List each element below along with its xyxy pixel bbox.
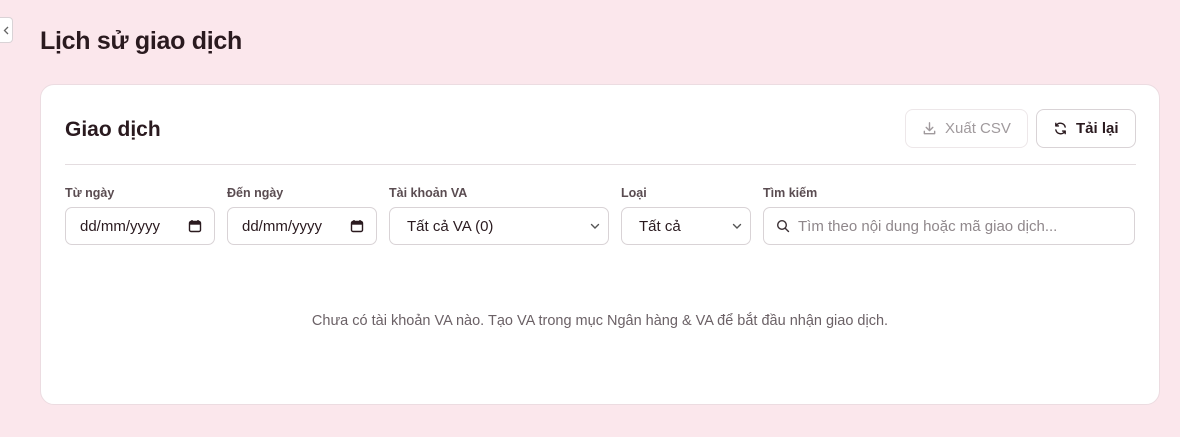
type-select[interactable]: Tất cả xyxy=(621,207,751,245)
to-date-input[interactable]: dd/mm/yyyy xyxy=(227,207,377,245)
transactions-card: Giao dịch Xuất CSV Tải lại Từ ngày dd/mm… xyxy=(40,84,1160,405)
calendar-icon[interactable] xyxy=(188,219,202,233)
from-date-label: Từ ngày xyxy=(65,186,115,200)
to-date-label: Đến ngày xyxy=(227,186,284,200)
to-date-value: dd/mm/yyyy xyxy=(242,217,323,235)
search-placeholder: Tìm theo nội dung hoặc mã giao dịch... xyxy=(798,217,1058,235)
search-input[interactable]: Tìm theo nội dung hoặc mã giao dịch... xyxy=(763,207,1135,245)
va-account-value: Tất cả VA (0) xyxy=(407,217,494,235)
page-title: Lịch sử giao dịch xyxy=(40,27,242,55)
search-icon xyxy=(776,219,790,233)
va-account-label: Tài khoản VA xyxy=(389,186,468,200)
type-field: Loại Tất cả xyxy=(621,186,751,245)
type-value: Tất cả xyxy=(639,217,681,235)
search-label: Tìm kiếm xyxy=(763,186,818,200)
calendar-icon[interactable] xyxy=(350,219,364,233)
download-icon xyxy=(923,122,936,135)
header-divider xyxy=(65,164,1136,165)
card-title: Giao dịch xyxy=(65,118,161,141)
va-account-field: Tài khoản VA Tất cả VA (0) xyxy=(389,186,609,245)
refresh-icon xyxy=(1055,122,1066,135)
empty-state-message: Chưa có tài khoản VA nào. Tạo VA trong m… xyxy=(311,313,889,329)
export-csv-button[interactable]: Xuất CSV xyxy=(905,109,1028,148)
to-date-field: Đến ngày dd/mm/yyyy xyxy=(227,186,377,245)
type-label: Loại xyxy=(621,186,647,200)
collapse-sidebar-tab[interactable] xyxy=(0,17,13,43)
search-field: Tìm kiếm Tìm theo nội dung hoặc mã giao … xyxy=(763,186,1135,245)
chevron-down-icon xyxy=(732,223,742,229)
from-date-input[interactable]: dd/mm/yyyy xyxy=(65,207,215,245)
from-date-field: Từ ngày dd/mm/yyyy xyxy=(65,186,215,245)
reload-label: Tải lại xyxy=(1076,120,1119,137)
va-account-select[interactable]: Tất cả VA (0) xyxy=(389,207,609,245)
chevron-left-icon xyxy=(3,26,9,34)
from-date-value: dd/mm/yyyy xyxy=(80,217,161,235)
reload-button[interactable]: Tải lại xyxy=(1036,109,1136,148)
chevron-down-icon xyxy=(590,223,600,229)
export-csv-label: Xuất CSV xyxy=(945,120,1011,137)
